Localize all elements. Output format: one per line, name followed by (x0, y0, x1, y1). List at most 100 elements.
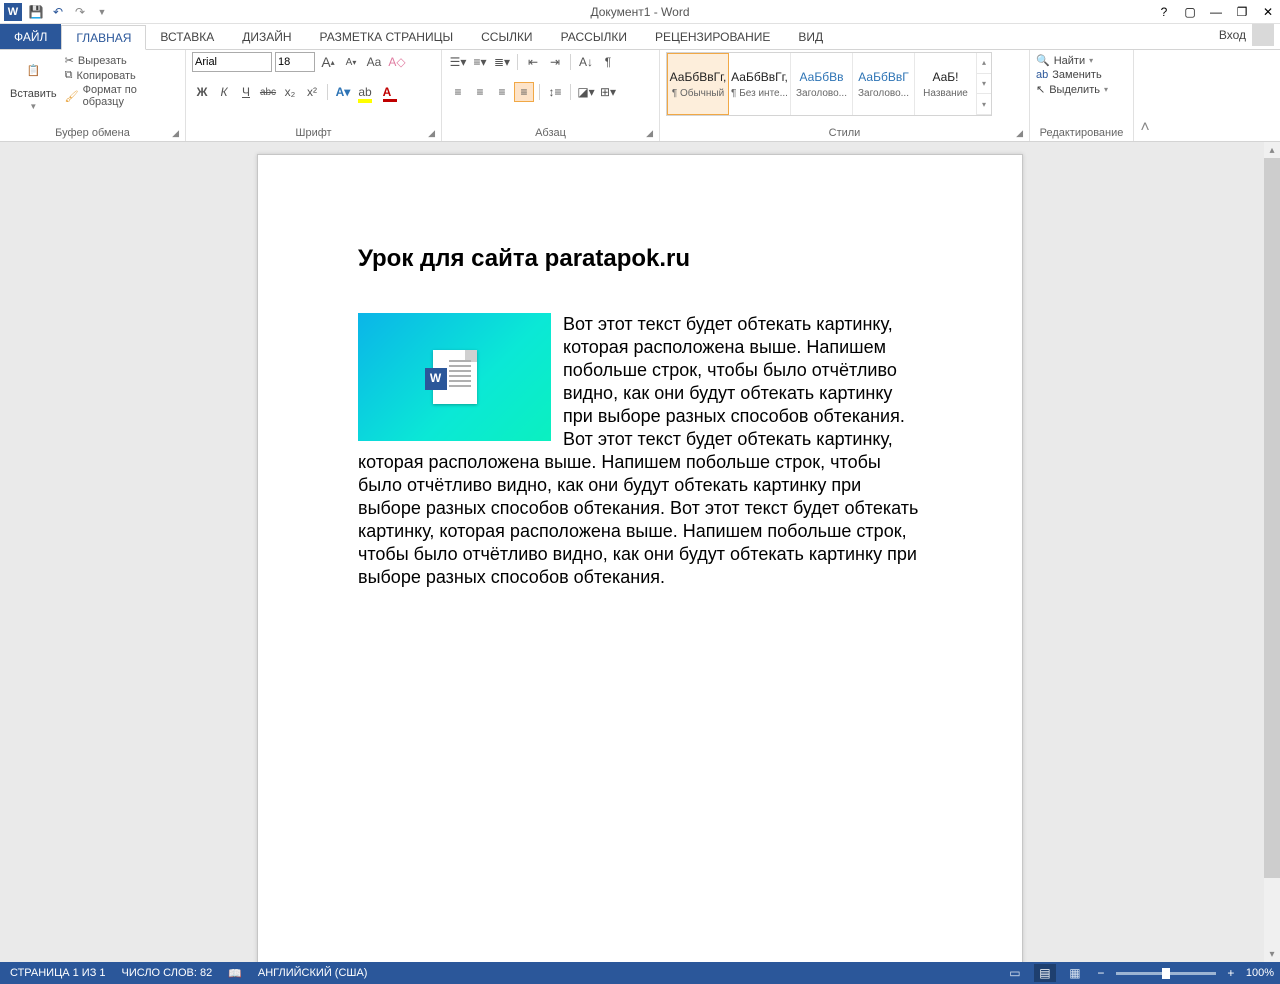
tab-mailings[interactable]: РАССЫЛКИ (547, 24, 641, 49)
font-name-combo[interactable] (192, 52, 272, 72)
sort-button[interactable]: A↓ (576, 52, 596, 72)
close-button[interactable]: ✕ (1260, 4, 1276, 20)
styles-launcher[interactable]: ◢ (1016, 128, 1023, 139)
group-font-label: Шрифт (295, 127, 331, 139)
qat-dropdown[interactable]: ▼ (94, 4, 110, 20)
decrease-indent-button[interactable]: ⇤ (523, 52, 543, 72)
change-case-button[interactable]: Aa (364, 52, 384, 72)
styles-more-button[interactable]: ▾ (977, 94, 991, 115)
font-size-combo[interactable] (275, 52, 315, 72)
show-marks-button[interactable]: ¶ (598, 52, 618, 72)
paste-button[interactable]: 📋 Вставить ▼ (6, 52, 61, 113)
borders-button[interactable]: ⊞▾ (598, 82, 618, 102)
clipboard-launcher[interactable]: ◢ (172, 128, 179, 139)
vertical-scrollbar[interactable]: ▴ ▾ (1264, 142, 1280, 962)
help-button[interactable]: ? (1156, 4, 1172, 20)
grow-font-button[interactable]: A▴ (318, 52, 338, 72)
scroll-up-button[interactable]: ▴ (1264, 142, 1280, 158)
ribbon-display-button[interactable]: ▢ (1182, 4, 1198, 20)
status-page[interactable]: СТРАНИЦА 1 ИЗ 1 (10, 967, 106, 980)
superscript-button[interactable]: x² (302, 82, 322, 102)
zoom-out-button[interactable]: − (1094, 966, 1108, 980)
zoom-handle[interactable] (1162, 968, 1170, 979)
styles-down-button[interactable]: ▾ (977, 74, 991, 95)
document-title[interactable]: Урок для сайта paratapok.ru (358, 245, 922, 273)
title-bar: W 💾 ↶ ↷ ▼ Документ1 - Word ? ▢ — ❐ ✕ (0, 0, 1280, 24)
strike-button[interactable]: abc (258, 82, 278, 102)
line-spacing-button[interactable]: ↕≡ (545, 82, 565, 102)
style-item[interactable]: АаБ!Название (915, 53, 977, 115)
justify-button[interactable]: ≡ (514, 82, 534, 102)
copy-button[interactable]: ⧉Копировать (65, 69, 179, 82)
styles-nav: ▴▾▾ (977, 53, 991, 115)
cut-button[interactable]: ✂Вырезать (65, 54, 179, 67)
avatar-icon[interactable] (1252, 24, 1274, 46)
styles-up-button[interactable]: ▴ (977, 53, 991, 74)
undo-button[interactable]: ↶ (50, 4, 66, 20)
view-web-button[interactable]: ▦ (1064, 964, 1086, 982)
style-preview: АаБбВвГ (858, 70, 908, 84)
cursor-icon: ↖ (1036, 83, 1045, 96)
find-button[interactable]: 🔍Найти▾ (1036, 54, 1108, 67)
tab-file[interactable]: ФАЙЛ (0, 24, 61, 49)
status-language[interactable]: АНГЛИЙСКИЙ (США) (258, 967, 368, 980)
save-button[interactable]: 💾 (28, 4, 44, 20)
paragraph-launcher[interactable]: ◢ (646, 128, 653, 139)
shading-button[interactable]: ◪▾ (576, 82, 596, 102)
numbering-button[interactable]: ≡▾ (470, 52, 490, 72)
select-button[interactable]: ↖Выделить▾ (1036, 83, 1108, 96)
align-center-button[interactable]: ≡ (470, 82, 490, 102)
tab-insert[interactable]: ВСТАВКА (146, 24, 228, 49)
style-item[interactable]: АаБбВвГЗаголово... (853, 53, 915, 115)
minimize-button[interactable]: — (1208, 4, 1224, 20)
style-item[interactable]: АаБбВвЗаголово... (791, 53, 853, 115)
highlight-button[interactable]: ab (355, 82, 375, 102)
font-color-button[interactable]: A (377, 82, 397, 102)
sign-in-link[interactable]: Вход (1219, 28, 1246, 42)
view-read-button[interactable]: ▭ (1004, 964, 1026, 982)
text-effects-button[interactable]: A▾ (333, 82, 353, 102)
underline-button[interactable]: Ч (236, 82, 256, 102)
zoom-level[interactable]: 100% (1246, 967, 1274, 979)
group-clipboard: 📋 Вставить ▼ ✂Вырезать ⧉Копировать 🖌Форм… (0, 50, 186, 141)
tab-references[interactable]: ССЫЛКИ (467, 24, 546, 49)
inline-image[interactable]: W (358, 313, 551, 441)
subscript-button[interactable]: x₂ (280, 82, 300, 102)
tab-view[interactable]: ВИД (784, 24, 837, 49)
view-print-button[interactable]: ▤ (1034, 964, 1056, 982)
shrink-font-button[interactable]: A▾ (341, 52, 361, 72)
status-proofing-icon[interactable]: 📖 (228, 967, 242, 980)
style-item[interactable]: АаБбВвГг,¶ Обычный (667, 53, 729, 115)
tab-home[interactable]: ГЛАВНАЯ (61, 25, 146, 50)
group-paragraph-label: Абзац (535, 127, 566, 139)
multilevel-button[interactable]: ≣▾ (492, 52, 512, 72)
zoom-slider[interactable] (1116, 972, 1216, 975)
format-painter-button[interactable]: 🖌Формат по образцу (65, 84, 179, 108)
font-launcher[interactable]: ◢ (428, 128, 435, 139)
replace-button[interactable]: abЗаменить (1036, 69, 1108, 81)
scissors-icon: ✂ (65, 54, 74, 67)
style-preview: АаБ! (932, 70, 958, 84)
collapse-ribbon-button[interactable]: ˄ (1134, 50, 1156, 141)
increase-indent-button[interactable]: ⇥ (545, 52, 565, 72)
page[interactable]: Урок для сайта paratapok.ru W Вот этот т… (257, 154, 1023, 962)
group-editing-label: Редактирование (1040, 127, 1124, 139)
replace-icon: ab (1036, 69, 1048, 81)
maximize-button[interactable]: ❐ (1234, 4, 1250, 20)
redo-button[interactable]: ↷ (72, 4, 88, 20)
document-body[interactable]: W Вот этот текст будет обтекать картинку… (358, 313, 922, 589)
align-right-button[interactable]: ≡ (492, 82, 512, 102)
bullets-button[interactable]: ☰▾ (448, 52, 468, 72)
zoom-in-button[interactable]: + (1224, 966, 1238, 980)
tab-layout[interactable]: РАЗМЕТКА СТРАНИЦЫ (306, 24, 468, 49)
bold-button[interactable]: Ж (192, 82, 212, 102)
clear-format-button[interactable]: A◇ (387, 52, 407, 72)
scroll-thumb[interactable] (1264, 158, 1280, 878)
tab-review[interactable]: РЕЦЕНЗИРОВАНИЕ (641, 24, 784, 49)
align-left-button[interactable]: ≡ (448, 82, 468, 102)
status-word-count[interactable]: ЧИСЛО СЛОВ: 82 (122, 967, 213, 980)
style-item[interactable]: АаБбВвГг,¶ Без инте... (729, 53, 791, 115)
tab-design[interactable]: ДИЗАЙН (228, 24, 305, 49)
scroll-down-button[interactable]: ▾ (1264, 946, 1280, 962)
italic-button[interactable]: К (214, 82, 234, 102)
